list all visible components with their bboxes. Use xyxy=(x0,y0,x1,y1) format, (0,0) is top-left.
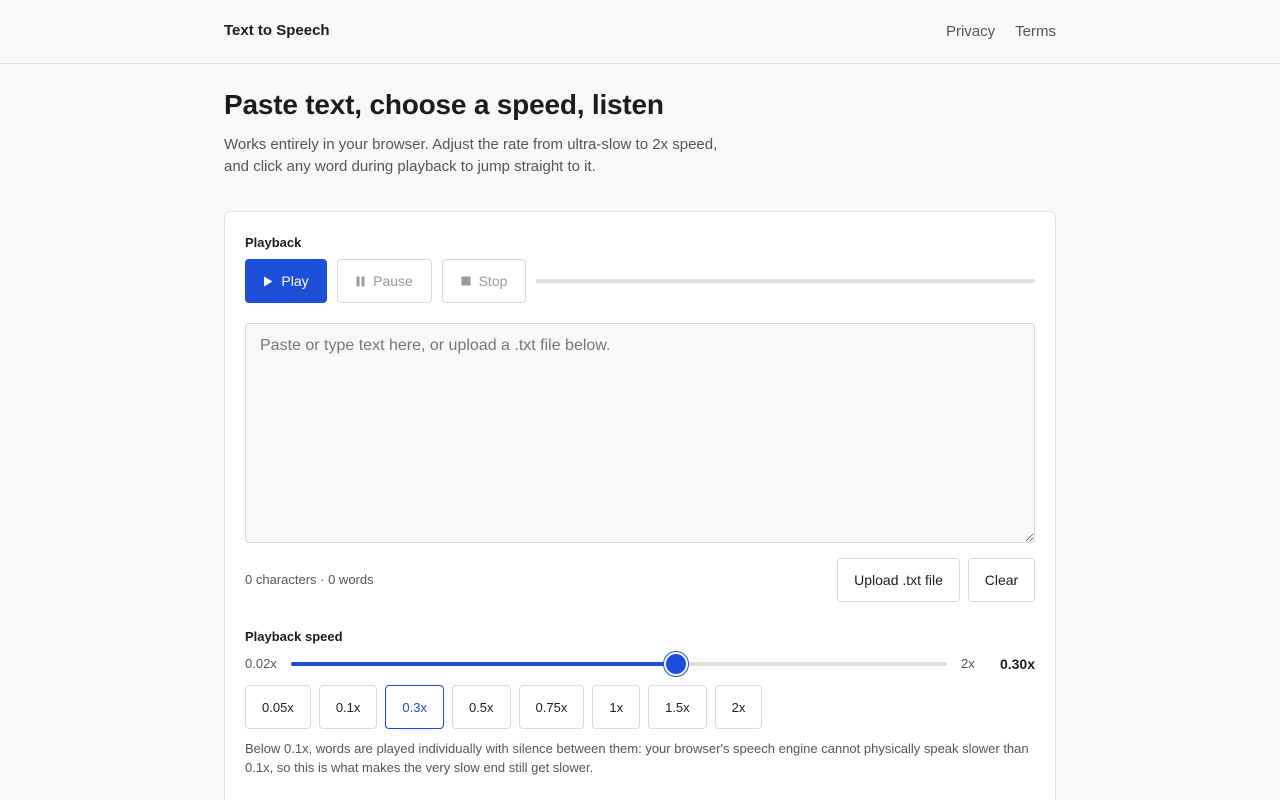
speed-slider[interactable] xyxy=(291,652,947,676)
playback-speed-label: Playback speed xyxy=(245,629,343,644)
site-header: Text to Speech Privacy Terms xyxy=(0,0,1280,64)
stop-button-label: Stop xyxy=(478,273,508,289)
page-subtitle-line-1: Works entirely in your browser. Adjust t… xyxy=(224,136,718,153)
speed-preset-button[interactable]: 1.5x xyxy=(648,685,707,729)
upload-txt-button[interactable]: Upload .txt file xyxy=(837,558,960,602)
clear-button[interactable]: Clear xyxy=(968,558,1035,602)
speed-slider-max-label: 2x xyxy=(961,656,975,671)
play-button-label: Play xyxy=(281,273,309,289)
speed-slider-thumb[interactable] xyxy=(664,652,689,676)
speed-presets: 0.05x 0.1x 0.3x 0.5x 0.75x 1x 1.5x 2x xyxy=(245,685,763,729)
speed-preset-button[interactable]: 0.1x xyxy=(318,685,378,729)
pause-button-label: Pause xyxy=(373,273,413,289)
stop-icon xyxy=(461,276,471,286)
speed-preset-button[interactable]: 0.5x xyxy=(451,685,511,729)
speed-preset-button[interactable]: 0.75x xyxy=(518,685,585,729)
pause-icon xyxy=(356,276,365,286)
nav-link-terms[interactable]: Terms xyxy=(1015,23,1056,40)
play-icon xyxy=(264,276,273,286)
speed-preset-button[interactable]: 0.3x xyxy=(385,685,444,729)
speed-preset-button[interactable]: 2x xyxy=(714,685,763,729)
speed-value-readout: 0.30x xyxy=(999,656,1035,672)
page-title: Paste text, choose a speed, listen xyxy=(224,89,664,120)
speed-preset-button[interactable]: 1x xyxy=(592,685,641,729)
slow-speed-note: Below 0.1x, words are played individuall… xyxy=(245,741,1029,775)
text-input[interactable] xyxy=(245,323,1035,543)
site-brand[interactable]: Text to Speech xyxy=(224,22,330,39)
page-subtitle-line-2: and click any word during playback to ju… xyxy=(224,158,596,175)
speed-preset-button[interactable]: 0.05x xyxy=(245,685,311,729)
playback-progress-bar[interactable] xyxy=(536,279,1035,283)
pause-button[interactable]: Pause xyxy=(337,259,432,303)
character-word-count: 0 characters · 0 words xyxy=(245,572,374,587)
header-nav: Privacy Terms xyxy=(946,23,1056,40)
speed-slider-min-label: 0.02x xyxy=(245,656,277,671)
nav-link-privacy[interactable]: Privacy xyxy=(946,23,995,40)
stop-button[interactable]: Stop xyxy=(442,259,526,303)
page-subtitle: Works entirely in your browser. Adjust t… xyxy=(224,134,744,178)
speed-slider-fill xyxy=(291,662,677,666)
playback-label: Playback xyxy=(245,235,302,250)
play-button[interactable]: Play xyxy=(245,259,327,303)
tts-panel: Playback Play Pause Stop 0 characters · … xyxy=(224,211,1056,800)
